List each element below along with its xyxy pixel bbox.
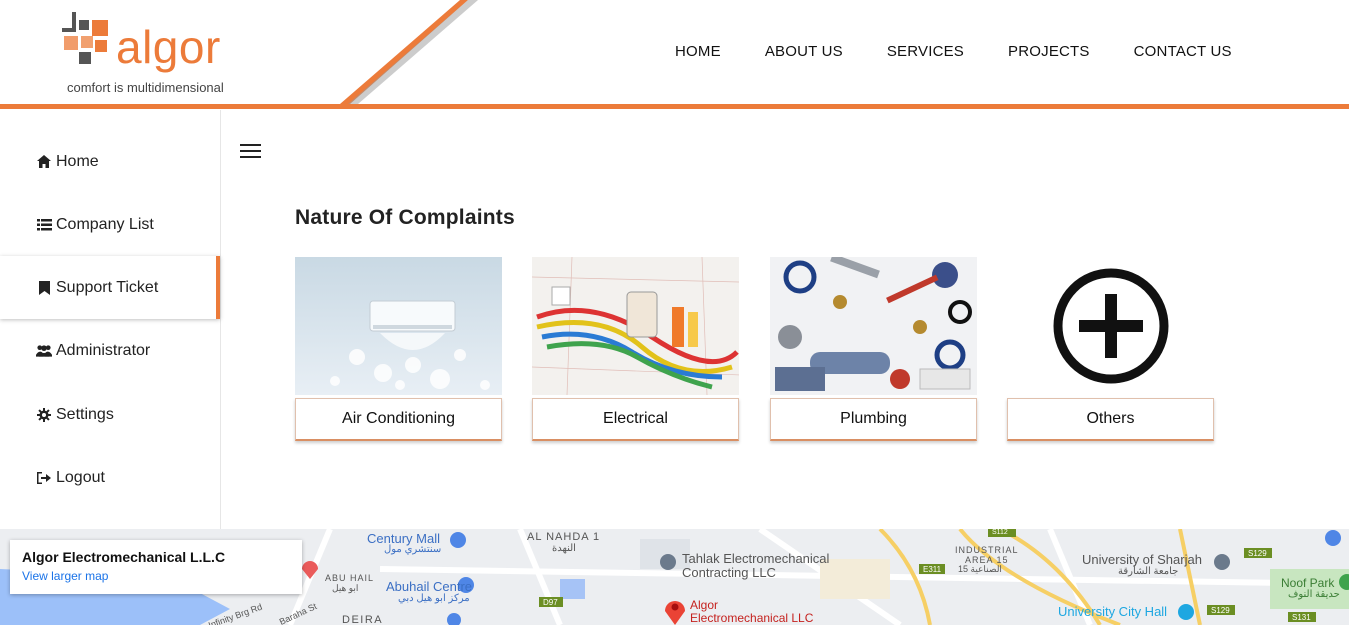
map-label-century-mall-ar: سنتشري مول <box>384 544 442 555</box>
map-label-tahlak-2: Contracting LLC <box>682 565 776 580</box>
complaint-card-electrical[interactable]: Electrical <box>532 257 739 441</box>
view-larger-map-link[interactable]: View larger map <box>22 569 290 583</box>
sidebar-item-administrator[interactable]: Administrator <box>0 319 220 382</box>
map-label-tahlak: Tahlak Electromechanical <box>682 551 830 566</box>
sidebar-item-label: Logout <box>56 468 105 486</box>
sidebar-item-company-list[interactable]: Company List <box>0 193 220 256</box>
card-label: Others <box>1007 398 1214 441</box>
map-label-abuhail-centre: Abuhail Centre <box>386 579 472 594</box>
map-label-algor: Algor <box>690 598 719 612</box>
sidebar-item-settings[interactable]: Settings <box>0 383 220 446</box>
users-icon <box>36 343 52 359</box>
sidebar-item-label: Company List <box>56 215 154 233</box>
route-shield-e311: E311 <box>923 565 942 574</box>
sidebar-item-logout[interactable]: Logout <box>0 446 220 509</box>
map-place-card: Algor Electromechanical L.L.C View large… <box>10 540 302 594</box>
sidebar: Home Company List Support Ticket Adminis… <box>0 110 221 529</box>
electrical-wires-image <box>532 257 739 395</box>
nav-projects[interactable]: PROJECTS <box>1008 43 1090 60</box>
home-icon <box>36 154 52 170</box>
plus-circle-icon <box>1007 257 1214 395</box>
nav-contact-us[interactable]: CONTACT US <box>1134 43 1232 60</box>
map-place-title: Algor Electromechanical L.L.C <box>22 549 226 565</box>
bookmark-icon <box>36 280 52 296</box>
map-label-university-of-sharjah-ar: جامعة الشارقة <box>1118 566 1179 577</box>
nav-about-us[interactable]: ABOUT US <box>765 43 843 60</box>
map-label-deira: DEIRA <box>342 614 384 625</box>
complaint-card-air-conditioning[interactable]: Air Conditioning <box>295 257 502 441</box>
map-label-university-city-hall: University City Hall <box>1058 604 1168 619</box>
header-accent-bar <box>0 104 1349 109</box>
site-header: algor comfort is multidimensional HOME A… <box>0 0 1349 110</box>
page-title: Nature Of Complaints <box>295 206 515 229</box>
map-label-noof-park-ar: حديقة النوف <box>1288 589 1340 600</box>
map-label-al-nahda-ar: النهدة <box>552 543 576 554</box>
sidebar-item-label: Administrator <box>56 341 151 359</box>
list-icon <box>36 217 52 233</box>
nav-home[interactable]: HOME <box>675 43 721 60</box>
sidebar-item-home[interactable]: Home <box>0 130 220 193</box>
route-shield-s131: S131 <box>1292 613 1311 622</box>
map-label-abu-hail: ABU HAIL <box>325 573 375 583</box>
map-label-noof-park: Noof Park <box>1281 576 1335 590</box>
sidebar-item-label: Settings <box>56 405 114 423</box>
plumbing-tools-image <box>770 257 977 395</box>
gear-icon <box>36 407 52 423</box>
map-label-university-of-sharjah: University of Sharjah <box>1082 552 1202 567</box>
sidebar-item-label: Home <box>56 152 99 170</box>
map-label-industrial: INDUSTRIAL <box>955 545 1019 555</box>
route-shield-s129: S129 <box>1211 606 1230 615</box>
route-shield-d97: D97 <box>543 598 558 607</box>
map-label-al-nahda: AL NAHDA 1 <box>527 531 601 543</box>
sidebar-item-label: Support Ticket <box>56 278 159 296</box>
top-nav: HOME ABOUT US SERVICES PROJECTS CONTACT … <box>653 43 1276 60</box>
logo-mark-icon <box>62 12 108 64</box>
complaint-card-others[interactable]: Others <box>1007 257 1214 441</box>
card-label: Electrical <box>532 398 739 441</box>
map-label-algor-2: Electromechanical LLC <box>690 611 814 625</box>
sidebar-item-support-ticket[interactable]: Support Ticket <box>0 256 220 319</box>
card-label: Air Conditioning <box>295 398 502 441</box>
menu-toggle-icon[interactable] <box>240 144 261 160</box>
map-label-abu-hail-ar: ابو هيل <box>332 583 359 593</box>
logo[interactable]: algor comfort is multidimensional <box>62 12 252 97</box>
air-conditioner-image <box>295 257 502 395</box>
route-shield-s112: S112 <box>992 529 1008 536</box>
route-shield-s129: S129 <box>1248 549 1267 558</box>
map-label-abuhail-centre-ar: مركز ابو هيل دبي <box>398 593 470 604</box>
embedded-map[interactable]: Century Mall سنتشري مول AL NAHDA 1 النهد… <box>0 529 1349 625</box>
card-label: Plumbing <box>770 398 977 441</box>
logout-icon <box>36 470 52 486</box>
logo-wordmark: algor <box>116 21 221 73</box>
logo-tagline: comfort is multidimensional <box>67 80 224 95</box>
complaint-card-plumbing[interactable]: Plumbing <box>770 257 977 441</box>
nav-services[interactable]: SERVICES <box>887 43 964 60</box>
map-label-area-ar: 15 الصناعية <box>958 564 1002 574</box>
